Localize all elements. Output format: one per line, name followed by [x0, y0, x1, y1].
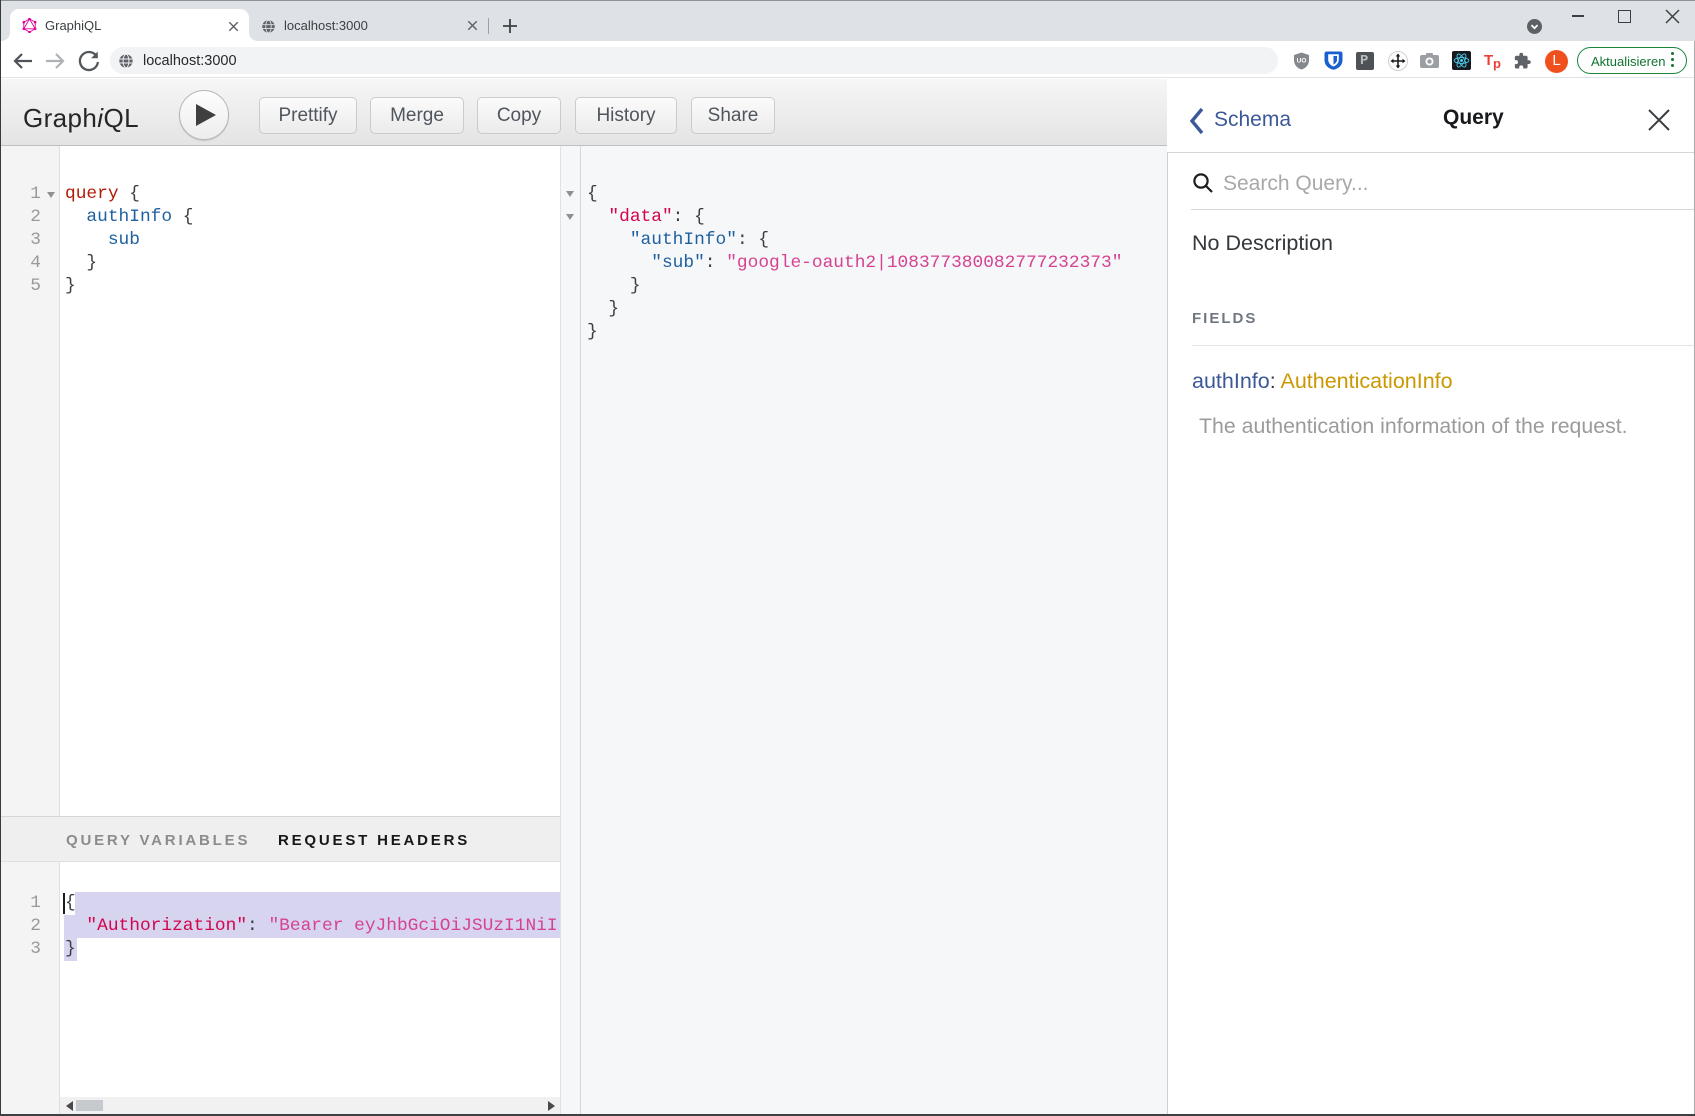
svg-text:T: T	[1484, 52, 1493, 69]
svg-text:p: p	[1493, 56, 1501, 71]
svg-text:UO: UO	[1297, 58, 1307, 65]
